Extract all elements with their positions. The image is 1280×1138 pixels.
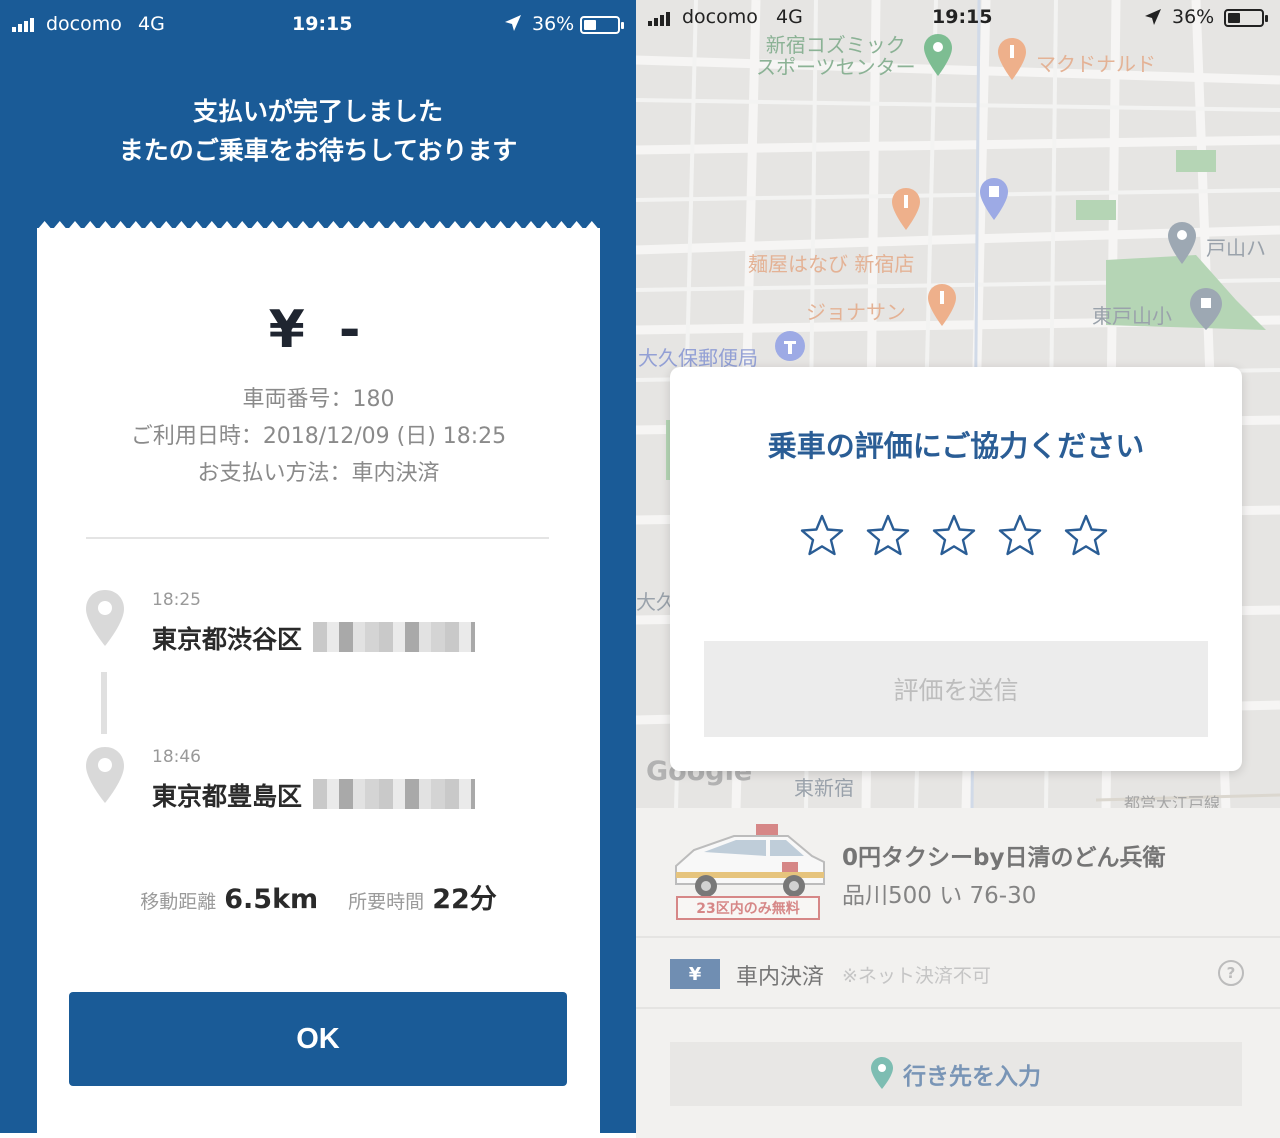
star-outline-icon[interactable] [932, 513, 976, 557]
battery-icon [1224, 9, 1268, 27]
usage-datetime: ご利用日時：2018/12/09 (日) 18:25 [130, 424, 507, 449]
ride-info: 車両番号：180 ご利用日時：2018/12/09 (日) 18:25 お支払い… [37, 381, 600, 492]
rating-dialog-title: 乗車の評価にご協力ください [767, 429, 1145, 463]
pickup-address: 東京都渋谷区 [152, 625, 303, 654]
rating-dialog: 乗車の評価にご協力ください 評価を送信 [670, 367, 1242, 771]
status-bar: docomo 4G 19:15 36% [636, 0, 1280, 48]
status-bar: docomo 4G 19:15 36% [0, 0, 636, 48]
signal-icon [648, 12, 670, 26]
trip-stats: 移動距離 6.5km 所要時間 22分 [37, 877, 600, 916]
payment-method: お支払い方法：車内決済 [197, 461, 440, 486]
battery-percent: 36% [532, 13, 575, 35]
dropoff-time: 18:46 [152, 747, 201, 767]
pickup-time: 18:25 [152, 590, 201, 610]
ok-button[interactable]: OK [69, 992, 567, 1086]
completion-subtitle: またのご乗車をお待ちしております [118, 136, 518, 165]
distance-label: 移動距離 [140, 891, 217, 913]
completion-title: 支払いが完了しました [192, 97, 443, 126]
star-outline-icon[interactable] [998, 513, 1042, 557]
rating-screen: 新宿コズミック スポーツセンター マクドナルド 麺屋はなび 新宿店 ジョナサン … [636, 0, 1280, 1138]
map-pin-icon [86, 590, 124, 650]
battery-icon [580, 16, 624, 34]
pickup-address-redacted [313, 622, 475, 652]
duration-value: 22分 [432, 884, 497, 915]
divider [86, 537, 549, 539]
payment-complete-screen: docomo 4G 19:15 36% 支払いが完了しました またのご乗車をお待… [0, 0, 636, 1138]
star-outline-icon[interactable] [866, 513, 910, 557]
map-pin-icon [86, 747, 124, 807]
star-outline-icon[interactable] [800, 513, 844, 557]
completion-message: 支払いが完了しました またのご乗車をお待ちしております [0, 92, 636, 170]
route-connector [101, 672, 107, 734]
dropoff-address: 東京都豊島区 [152, 782, 303, 811]
duration-label: 所要時間 [348, 891, 425, 913]
fare-amount: ¥ - [268, 300, 369, 360]
distance-value: 6.5km [224, 884, 319, 915]
carrier-label: docomo [682, 6, 758, 28]
network-label: 4G [138, 13, 165, 35]
clock: 19:15 [932, 6, 993, 28]
star-rating [800, 513, 1108, 557]
network-label: 4G [776, 6, 803, 28]
signal-icon [12, 18, 34, 32]
battery-percent: 36% [1172, 6, 1215, 28]
dropoff-address-redacted [313, 779, 475, 809]
location-arrow-icon [1144, 8, 1162, 31]
clock: 19:15 [292, 13, 353, 35]
star-outline-icon[interactable] [1064, 513, 1108, 557]
carrier-label: docomo [46, 13, 122, 35]
vehicle-number: 車両番号：180 [242, 387, 395, 412]
submit-rating-button[interactable]: 評価を送信 [704, 641, 1208, 737]
location-arrow-icon [504, 14, 522, 37]
